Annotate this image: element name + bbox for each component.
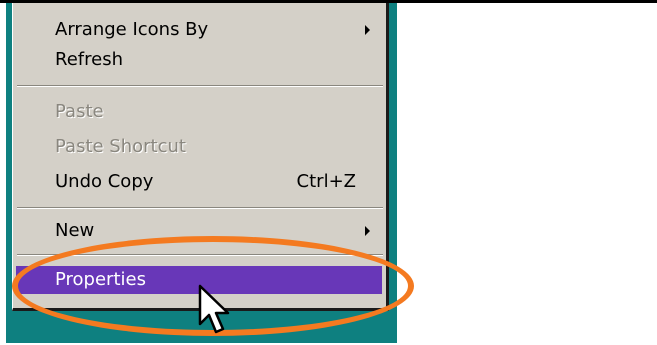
menu-item-refresh[interactable]: Refresh	[13, 46, 386, 74]
menu-item-arrange-icons-by[interactable]: Arrange Icons By	[13, 16, 386, 44]
context-menu: Arrange Icons By Refresh Paste Paste Sho…	[12, 3, 389, 311]
mouse-pointer-icon	[198, 284, 230, 334]
menu-item-label: Properties	[55, 269, 146, 290]
menu-item-label: New	[55, 220, 95, 241]
menu-item-label: Arrange Icons By	[55, 19, 209, 40]
menu-item-shortcut: Ctrl+Z	[296, 171, 356, 192]
menu-item-label: Undo Copy	[55, 171, 154, 192]
submenu-arrow-icon	[365, 226, 370, 236]
submenu-arrow-icon	[365, 25, 370, 35]
menu-item-label: Paste	[55, 101, 104, 122]
menu-item-paste: Paste	[13, 98, 386, 126]
menu-item-new[interactable]: New	[13, 217, 386, 245]
menu-separator	[17, 85, 383, 87]
menu-item-undo-copy[interactable]: Undo Copy Ctrl+Z	[13, 168, 386, 196]
menu-item-label: Paste Shortcut	[55, 136, 186, 157]
menu-item-paste-shortcut: Paste Shortcut	[13, 133, 386, 161]
menu-separator	[17, 207, 383, 209]
menu-item-label: Refresh	[55, 49, 123, 70]
menu-separator	[17, 254, 383, 256]
